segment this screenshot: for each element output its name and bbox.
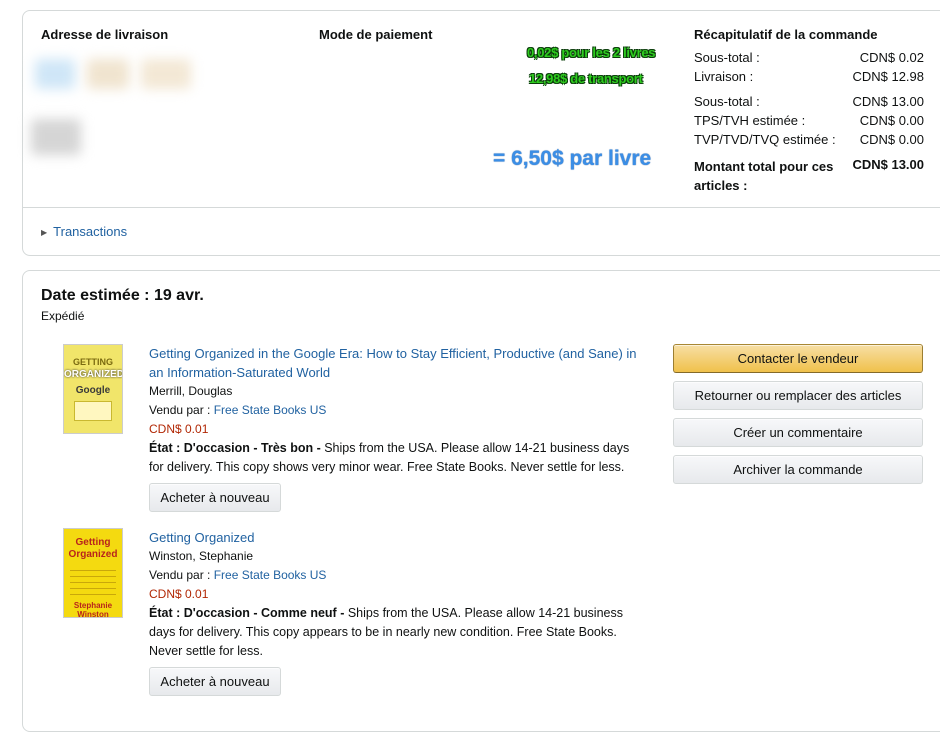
order-item: GETTING ORGANIZED Google Getting Organiz… <box>63 344 663 514</box>
item-title-link[interactable]: Getting Organized <box>149 528 649 547</box>
summary-row-total: Montant total pour ces articles : CDN$ 1… <box>694 157 924 193</box>
annotation-books-price: 0,02$ pour les 2 livres <box>527 45 656 60</box>
return-replace-button[interactable]: Retourner ou remplacer des articles <box>673 381 923 410</box>
annotation-per-book: = 6,50$ par livre <box>493 147 652 170</box>
write-review-button[interactable]: Créer un commentaire <box>673 418 923 447</box>
order-summary-box: Adresse de livraison Mode de paiement Ré… <box>22 10 940 256</box>
item-condition: État : D'occasion - Comme neuf - Ships f… <box>149 606 623 658</box>
item-author: Merrill, Douglas <box>149 384 233 398</box>
item-price: CDN$ 0.01 <box>149 422 209 436</box>
caret-right-icon: ▶ <box>41 228 48 237</box>
order-item: Getting Organized Stephanie Winston Gett… <box>63 528 663 708</box>
item-author: Winston, Stephanie <box>149 549 254 563</box>
item-seller: Vendu par : Free State Books US <box>149 568 327 582</box>
payment-method-header: Mode de paiement <box>319 27 433 42</box>
order-recap-header: Récapitulatif de la commande <box>694 27 878 42</box>
item-condition: État : D'occasion - Très bon - Ships fro… <box>149 441 630 474</box>
seller-link[interactable]: Free State Books US <box>214 403 327 417</box>
annotation-shipping-cost: 12,98$ de transport <box>529 71 643 86</box>
buy-again-button[interactable]: Acheter à nouveau <box>149 483 281 512</box>
estimated-date: Date estimée : 19 avr. <box>41 287 204 304</box>
item-seller: Vendu par : Free State Books US <box>149 403 327 417</box>
seller-link[interactable]: Free State Books US <box>214 568 327 582</box>
divider <box>23 207 940 208</box>
contact-seller-button[interactable]: Contacter le vendeur <box>673 344 923 373</box>
shipment-status: Expédié <box>41 309 85 323</box>
item-title-link[interactable]: Getting Organized in the Google Era: How… <box>149 344 649 382</box>
book-cover-google-era-icon[interactable]: GETTING ORGANIZED Google <box>63 344 123 434</box>
shipment-box: Date estimée : 19 avr. Expédié GETTING O… <box>22 270 940 732</box>
item-price: CDN$ 0.01 <box>149 587 209 601</box>
buy-again-button[interactable]: Acheter à nouveau <box>149 667 281 696</box>
book-cover-getting-organized-icon[interactable]: Getting Organized Stephanie Winston <box>63 528 123 618</box>
archive-order-button[interactable]: Archiver la commande <box>673 455 923 484</box>
transactions-toggle[interactable]: ▶ Transactions <box>41 224 127 239</box>
shipping-address-header: Adresse de livraison <box>41 27 169 42</box>
